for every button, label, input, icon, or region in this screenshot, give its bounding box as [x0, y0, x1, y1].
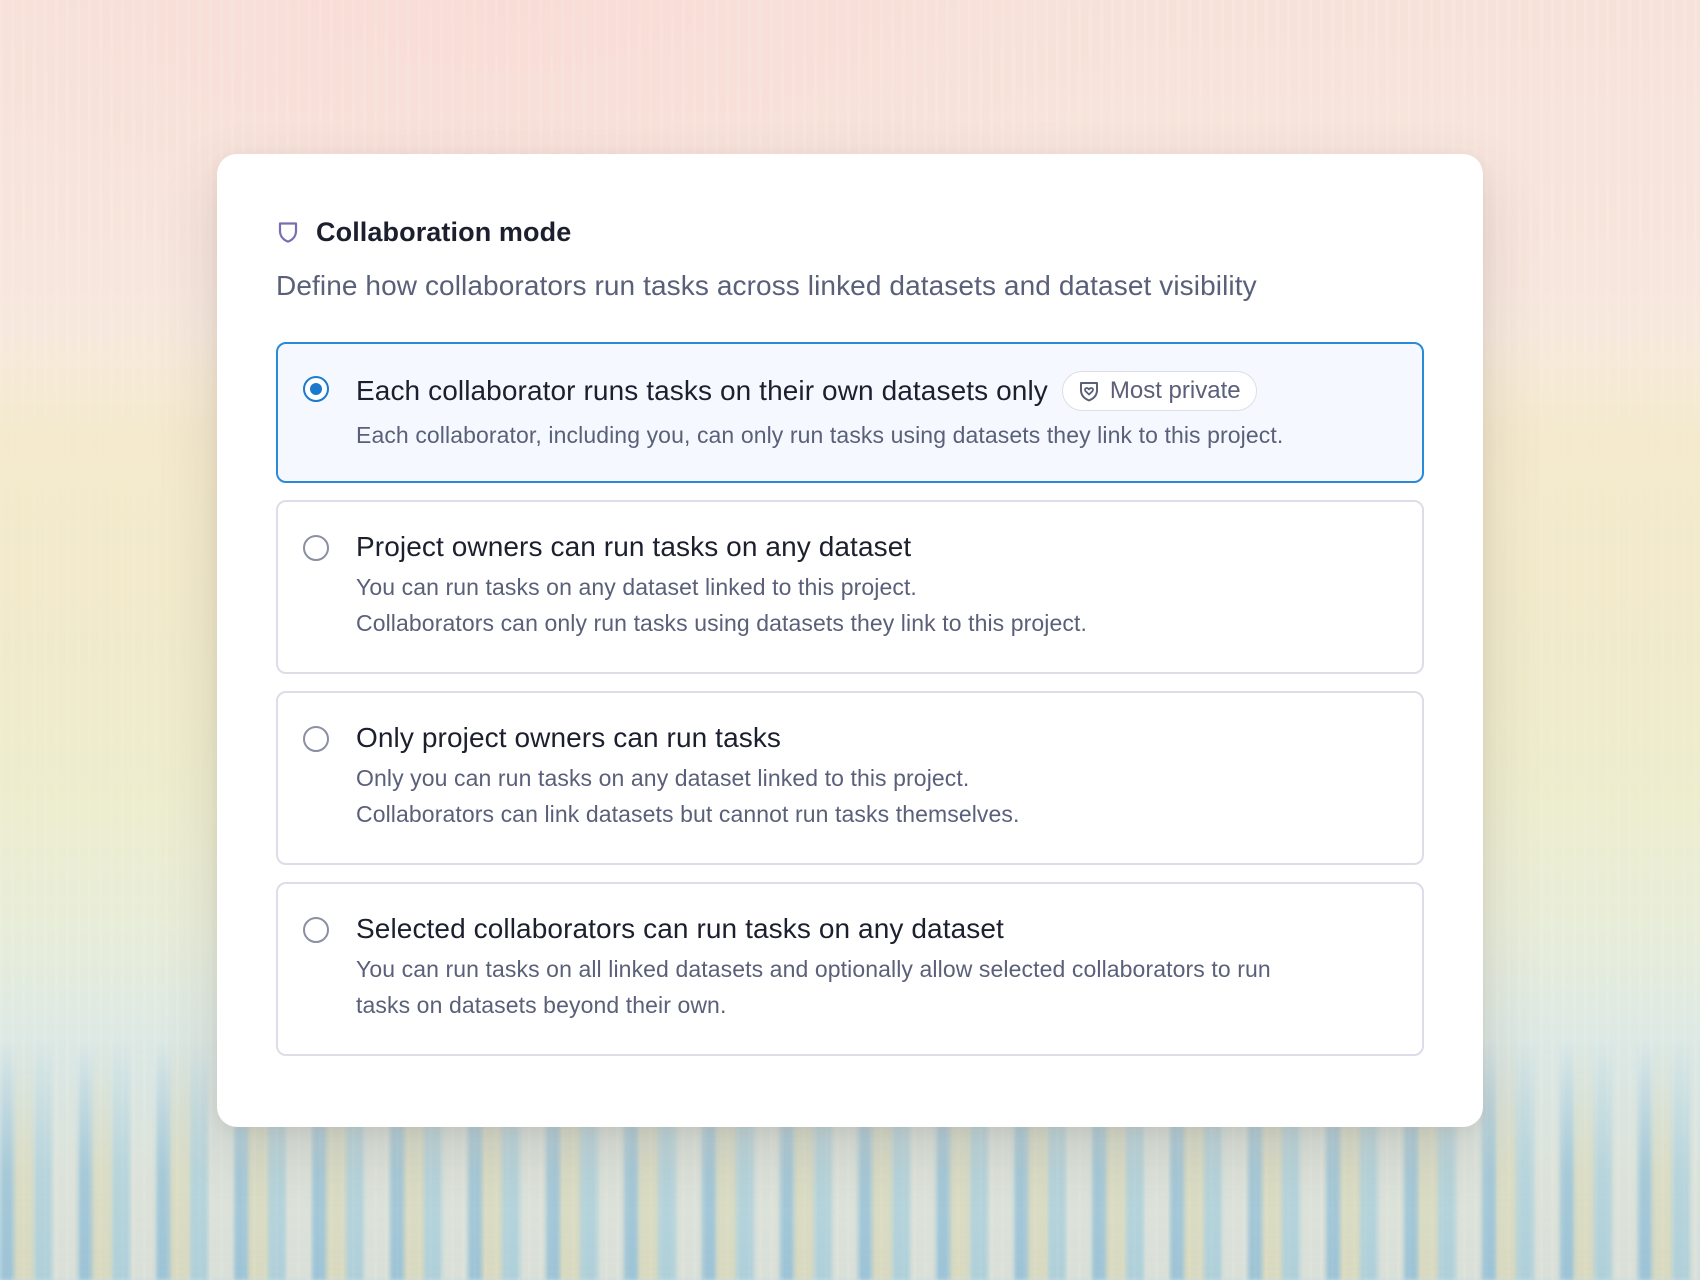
option-only-owners[interactable]: Only project owners can run tasks Only y…: [276, 691, 1424, 865]
collaboration-mode-card: Collaboration mode Define how collaborat…: [217, 154, 1483, 1127]
radio-button[interactable]: [303, 917, 329, 943]
option-title-row: Each collaborator runs tasks on their ow…: [356, 371, 1422, 411]
collaboration-options: Each collaborator runs tasks on their ow…: [276, 342, 1424, 1056]
page-subtitle: Define how collaborators run tasks acros…: [276, 270, 1257, 301]
option-description-line: Only you can run tasks on any dataset li…: [356, 765, 970, 791]
option-description: Each collaborator, including you, can on…: [356, 422, 1284, 448]
option-description: You can run tasks on any dataset linked …: [356, 569, 1422, 641]
radio-button[interactable]: [303, 535, 329, 561]
option-selected-collaborators[interactable]: Selected collaborators can run tasks on …: [276, 882, 1424, 1056]
option-title-row: Selected collaborators can run tasks on …: [356, 913, 1422, 945]
option-title-row: Project owners can run tasks on any data…: [356, 531, 1422, 563]
option-description-line: You can run tasks on any dataset linked …: [356, 574, 917, 600]
option-own-datasets-only[interactable]: Each collaborator runs tasks on their ow…: [276, 342, 1424, 483]
most-private-badge: Most private: [1061, 371, 1257, 411]
badge-label: Most private: [1109, 377, 1241, 404]
option-title: Only project owners can run tasks: [356, 722, 782, 753]
option-description-line: Collaborators can link datasets but cann…: [356, 801, 1020, 827]
option-title: Each collaborator runs tasks on their ow…: [356, 375, 1048, 406]
option-description-line: tasks on datasets beyond their own.: [356, 992, 727, 1018]
page-title: Collaboration mode: [316, 216, 572, 247]
shield-heart-icon: [1078, 379, 1100, 403]
option-title: Project owners can run tasks on any data…: [356, 531, 912, 562]
option-title-row: Only project owners can run tasks: [356, 722, 1422, 754]
option-title: Selected collaborators can run tasks on …: [356, 913, 1004, 944]
option-description-line: You can run tasks on all linked datasets…: [356, 956, 1271, 982]
card-header: Collaboration mode: [276, 214, 1424, 250]
option-owners-any-dataset[interactable]: Project owners can run tasks on any data…: [276, 500, 1424, 674]
radio-button[interactable]: [303, 726, 329, 752]
option-description: Only you can run tasks on any dataset li…: [356, 760, 1422, 832]
option-description-line: Collaborators can only run tasks using d…: [356, 610, 1087, 636]
option-description: You can run tasks on all linked datasets…: [356, 951, 1422, 1023]
shield-icon: [276, 218, 300, 246]
radio-button-selected[interactable]: [303, 376, 329, 402]
